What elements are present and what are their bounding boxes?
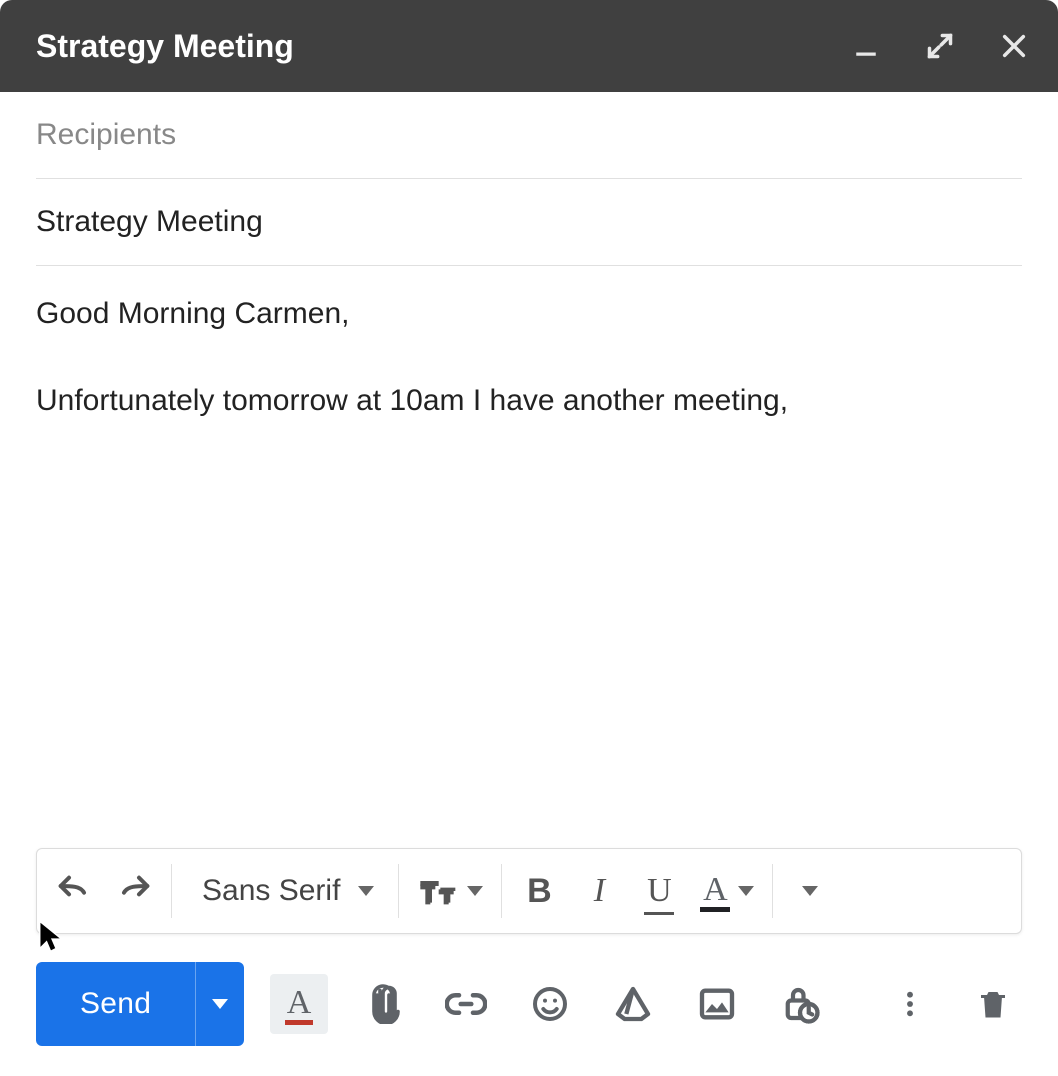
undo-button[interactable] xyxy=(47,861,101,921)
send-button[interactable]: Send xyxy=(36,962,195,1046)
more-formatting-button[interactable] xyxy=(783,861,837,921)
send-group: Send xyxy=(36,962,244,1046)
redo-button[interactable] xyxy=(107,861,161,921)
font-size-icon xyxy=(417,871,457,911)
attach-file-button[interactable] xyxy=(354,974,412,1034)
italic-icon: I xyxy=(594,872,605,910)
more-vertical-icon xyxy=(894,984,926,1024)
text-format-icon: A xyxy=(287,984,312,1022)
font-size-button[interactable] xyxy=(409,861,491,921)
minimize-icon xyxy=(853,33,879,59)
insert-link-button[interactable] xyxy=(437,974,495,1034)
recipients-input[interactable] xyxy=(36,118,1022,152)
text-color-icon: A xyxy=(703,871,728,909)
drive-icon xyxy=(613,984,653,1024)
font-family-label: Sans Serif xyxy=(202,874,340,908)
undo-icon xyxy=(54,871,94,911)
window-controls xyxy=(850,30,1030,62)
emoji-icon xyxy=(530,984,570,1024)
font-family-select[interactable]: Sans Serif xyxy=(182,874,388,908)
underline-icon: U xyxy=(647,872,672,910)
image-icon xyxy=(697,984,737,1024)
fullscreen-icon xyxy=(926,32,954,60)
format-toolbar: Sans Serif B I U A xyxy=(36,848,1022,934)
insert-image-button[interactable] xyxy=(688,974,746,1034)
fullscreen-button[interactable] xyxy=(924,30,956,62)
close-icon xyxy=(1000,32,1028,60)
paperclip-icon xyxy=(365,984,401,1024)
link-icon xyxy=(445,983,487,1025)
lock-clock-icon xyxy=(779,983,821,1025)
chevron-down-icon xyxy=(358,886,374,896)
message-body[interactable]: Good Morning Carmen, Unfortunately tomor… xyxy=(0,266,1058,848)
chevron-down-icon xyxy=(802,886,818,896)
recipients-row[interactable] xyxy=(36,92,1022,179)
redo-icon xyxy=(114,871,154,911)
more-options-button[interactable] xyxy=(881,974,939,1034)
compose-window: Strategy Meeting Good Morning Carmen, Un… xyxy=(0,0,1058,1076)
titlebar: Strategy Meeting xyxy=(0,0,1058,92)
discard-draft-button[interactable] xyxy=(964,974,1022,1034)
formatting-options-button[interactable]: A xyxy=(270,974,328,1034)
bold-icon: B xyxy=(527,872,552,911)
send-options-button[interactable] xyxy=(195,962,244,1046)
toolbar-separator xyxy=(772,864,773,918)
italic-button[interactable]: I xyxy=(572,861,626,921)
window-title: Strategy Meeting xyxy=(36,28,850,65)
header-fields xyxy=(0,92,1058,266)
text-color-button[interactable]: A xyxy=(692,861,762,921)
underline-button[interactable]: U xyxy=(632,861,686,921)
confidential-mode-button[interactable] xyxy=(771,974,829,1034)
toolbar-separator xyxy=(398,864,399,918)
bold-button[interactable]: B xyxy=(512,861,566,921)
insert-emoji-button[interactable] xyxy=(521,974,579,1034)
bottom-bar: Send A xyxy=(0,944,1058,1076)
trash-icon xyxy=(975,984,1011,1024)
underline-bar-icon xyxy=(644,912,674,915)
minimize-button[interactable] xyxy=(850,30,882,62)
chevron-down-icon xyxy=(212,999,228,1009)
close-button[interactable] xyxy=(998,30,1030,62)
insert-drive-button[interactable] xyxy=(604,974,662,1034)
toolbar-separator xyxy=(171,864,172,918)
toolbar-separator xyxy=(501,864,502,918)
subject-row[interactable] xyxy=(36,179,1022,266)
subject-input[interactable] xyxy=(36,205,1022,239)
chevron-down-icon xyxy=(467,886,483,896)
chevron-down-icon xyxy=(738,886,754,896)
